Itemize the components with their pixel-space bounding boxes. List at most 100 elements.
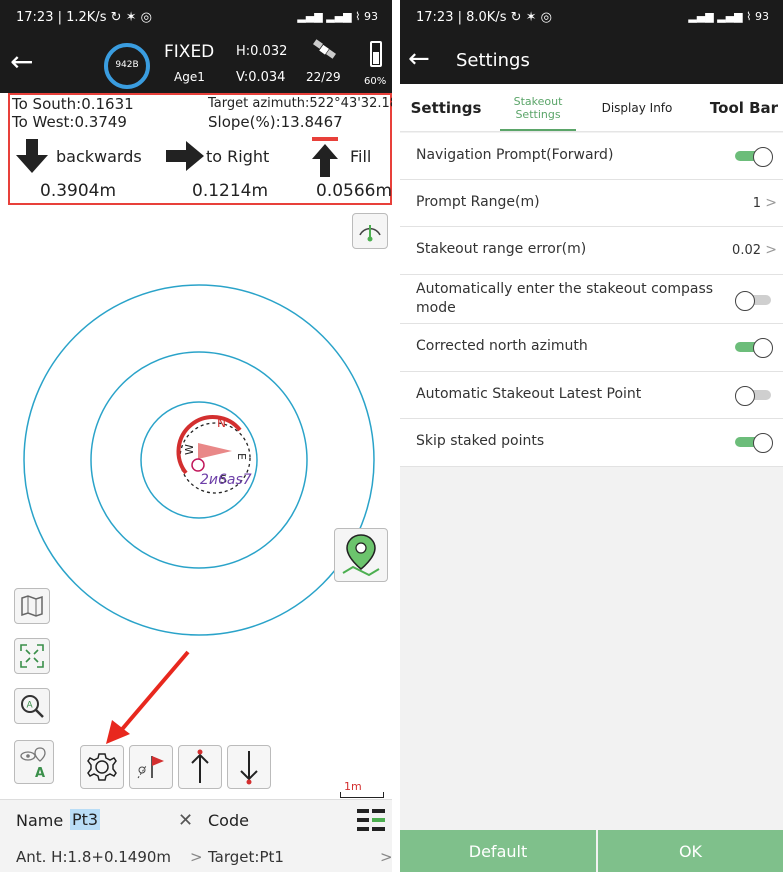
skip-staked-toggle[interactable]: [735, 431, 775, 453]
setting-label: Skip staked points: [416, 433, 545, 449]
arrow-down-icon: [16, 139, 48, 173]
prompt-range-value: 1: [752, 196, 761, 211]
navigation-prompt-toggle[interactable]: [735, 145, 775, 167]
chevron-right-icon: >: [765, 195, 777, 211]
search-icon[interactable]: A: [14, 688, 50, 724]
scale-bar: [340, 792, 384, 798]
setting-auto-compass-mode[interactable]: Automatically enter the stakeout compass…: [400, 275, 783, 324]
gnss-header: ← 942B FIXED Age1 H:0.032 V:0.034 22/29 …: [0, 36, 392, 93]
dir3-label: Fill: [350, 147, 372, 166]
setting-stakeout-range-error[interactable]: Stakeout range error(m) 0.02 >: [400, 227, 783, 275]
antenna-chevron: >: [190, 848, 203, 866]
satellite-count: 22/29: [306, 70, 341, 84]
auto-compass-toggle[interactable]: [735, 289, 775, 311]
target-chevron: >: [380, 848, 392, 866]
settings-screen: 17:23 | 8.0K/s ↻ ✶ ◎ ▂▄▆ ▂▄▆ ⌇ 93 ← Sett…: [400, 0, 783, 872]
tab-stakeout-settings[interactable]: Stakeout Settings: [498, 84, 578, 132]
setting-label: Automatically enter the stakeout compass…: [416, 281, 714, 316]
tab-display-info[interactable]: Display Info: [592, 84, 682, 132]
dir3-value: 0.0566m: [316, 181, 392, 201]
settings-tabs: Settings Stakeout Settings Display Info …: [400, 84, 783, 132]
previous-point-button[interactable]: [178, 745, 222, 789]
status-bar: 17:23 | 8.0K/s ↻ ✶ ◎ ▂▄▆ ▂▄▆ ⌇ 93: [400, 0, 783, 36]
stakeout-flag-button[interactable]: [129, 745, 173, 789]
dir2-value: 0.1214m: [192, 181, 269, 201]
arrow-down-icon: [240, 751, 258, 785]
point-name-bar: Name Pt3 ✕ Code: [0, 799, 392, 841]
page-title: Settings: [456, 50, 530, 71]
ring-label: 942B: [115, 60, 139, 70]
tab-settings[interactable]: Settings: [406, 84, 486, 132]
map-layer-icon[interactable]: [14, 588, 50, 624]
satellite-icon[interactable]: [310, 38, 340, 64]
h-precision: H:0.032: [236, 44, 288, 59]
code-label: Code: [208, 811, 249, 830]
compass-north: N: [217, 416, 226, 430]
target-label: Target:Pt1: [208, 848, 284, 866]
v-precision: V:0.034: [236, 70, 286, 85]
settings-header: ← Settings: [400, 36, 783, 84]
stakeout-info-panel: To South:0.1631 To West:0.3749 Target az…: [8, 93, 392, 205]
setting-prompt-range[interactable]: Prompt Range(m) 1 >: [400, 180, 783, 227]
to-south: To South:0.1631: [12, 95, 134, 113]
arrow-up-icon: [191, 749, 209, 783]
annotation-arrow: [106, 650, 190, 744]
point-label: 2и6аs7: [200, 472, 252, 488]
level-gauge-icon[interactable]: [352, 213, 388, 249]
settings-gear-button[interactable]: [80, 745, 124, 789]
compass-west: W: [182, 444, 196, 455]
active-tab-indicator: [500, 129, 576, 131]
battery-icon: [370, 41, 382, 67]
setting-corrected-north-azimuth[interactable]: Corrected north azimuth: [400, 324, 783, 372]
dir1-label: backwards: [56, 147, 142, 166]
to-west: To West:0.3749: [12, 113, 127, 131]
arrow-right-icon: [166, 141, 204, 171]
name-label: Name: [16, 811, 64, 830]
eye-label-icon[interactable]: A: [14, 740, 54, 784]
dir2-label: to Right: [206, 147, 270, 166]
clear-icon[interactable]: ✕: [178, 810, 193, 831]
chevron-right-icon: >: [765, 242, 777, 258]
antenna-bar[interactable]: Ant. H:1.8+0.1490m > Target:Pt1 >: [0, 841, 392, 872]
default-button[interactable]: Default: [400, 830, 596, 872]
status-signal: ▂▄▆ ▂▄▆ ⌇ 93: [297, 10, 378, 23]
full-extent-icon[interactable]: [14, 638, 50, 674]
tab-tool-bar[interactable]: Tool Bar: [706, 84, 782, 132]
solution-ring[interactable]: 942B: [104, 43, 150, 89]
battery-percent: 60%: [364, 76, 387, 87]
corrected-north-toggle[interactable]: [735, 336, 775, 358]
status-signal: ▂▄▆ ▂▄▆ ⌇ 93: [688, 10, 769, 23]
setting-label: Corrected north azimuth: [416, 338, 588, 354]
age-label: Age1: [174, 70, 205, 84]
ok-button[interactable]: OK: [598, 830, 783, 872]
setting-label: Stakeout range error(m): [416, 241, 587, 257]
setting-label: Navigation Prompt(Forward): [416, 147, 614, 163]
setting-navigation-prompt[interactable]: Navigation Prompt(Forward): [400, 133, 783, 180]
status-time: 17:23 | 1.2K/s ↻ ✶ ◎: [16, 10, 152, 25]
target-azimuth: Target azimuth:522°43'32.1867': [208, 96, 392, 111]
map-location-pin-icon[interactable]: [334, 528, 388, 582]
status-time: 17:23 | 8.0K/s ↻ ✶ ◎: [416, 10, 552, 25]
status-bar: 17:23 | 1.2K/s ↻ ✶ ◎ ▂▄▆ ▂▄▆ ⌇ 93: [0, 0, 392, 36]
auto-latest-point-toggle[interactable]: [735, 384, 775, 406]
setting-label: Prompt Range(m): [416, 194, 540, 210]
back-arrow-icon[interactable]: ←: [10, 48, 40, 78]
gear-icon: [87, 753, 117, 781]
setting-auto-latest-point[interactable]: Automatic Stakeout Latest Point: [400, 372, 783, 419]
svg-text:A: A: [27, 701, 34, 711]
stakeout-screen: 17:23 | 1.2K/s ↻ ✶ ◎ ▂▄▆ ▂▄▆ ⌇ 93 ← 942B…: [0, 0, 392, 872]
antenna-height: Ant. H:1.8+0.1490m: [16, 848, 172, 866]
back-arrow-icon[interactable]: ←: [408, 44, 430, 74]
screen-divider: [392, 0, 400, 872]
compass-east: E: [234, 453, 248, 460]
code-list-icon[interactable]: [356, 807, 386, 835]
next-point-button[interactable]: [227, 745, 271, 789]
setting-skip-staked-points[interactable]: Skip staked points: [400, 419, 783, 467]
flag-point-icon: [137, 756, 164, 779]
dir1-value: 0.3904m: [40, 181, 117, 201]
slope: Slope(%):13.8467: [208, 113, 343, 131]
setting-label: Automatic Stakeout Latest Point: [416, 386, 642, 402]
fix-status: FIXED: [164, 42, 215, 62]
name-input[interactable]: Pt3: [70, 809, 101, 830]
stakeout-map[interactable]: [0, 207, 392, 797]
